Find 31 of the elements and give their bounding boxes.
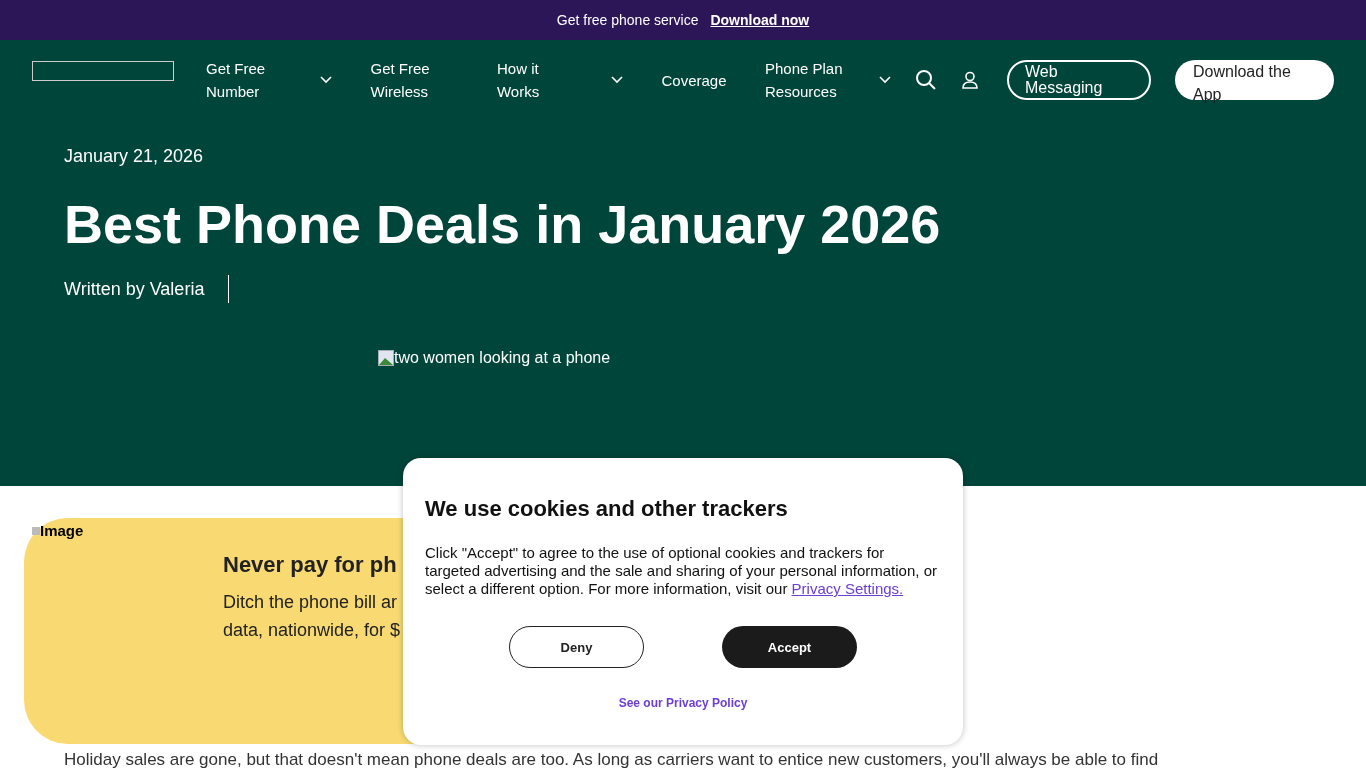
chevron-down-icon — [879, 76, 891, 84]
nav-link[interactable]: Get Free Wireless — [370, 57, 459, 103]
accept-button[interactable]: Accept — [722, 626, 857, 668]
dialog-title: We use cookies and other trackers — [425, 496, 789, 522]
user-icon[interactable] — [961, 71, 979, 89]
card-text: data, nationwide, for $ — [223, 619, 401, 642]
privacy-policy-link[interactable]: See our Privacy Policy — [618, 696, 748, 710]
dialog-text: Click "Accept" to agree to the use of optional cookies and trackers for targeted advertising and the sale and sharing of your personal information, or select a different option. For more information, visit our Privacy Settings. — [425, 544, 938, 598]
deny-button[interactable]: Deny — [509, 626, 644, 668]
image-alt-text: two women looking at a phone — [394, 349, 611, 367]
post-date: January 21, 2026 — [64, 146, 205, 167]
chevron-down-icon — [610, 76, 623, 84]
article-paragraph: Holiday sales are gone, but that doesn't mean phone deals are too. As long as carriers want to entice new customers, you'll always be able to find — [64, 750, 1160, 768]
web-messaging-button[interactable]: Web Messaging — [1007, 60, 1151, 100]
author-name: Written by Valeria — [64, 278, 205, 300]
broken-image-icon — [378, 350, 394, 366]
broken-image-icon — [32, 526, 40, 535]
promo-text: Get free phone service — [556, 12, 699, 28]
card-heading: Never pay for ph — [223, 552, 398, 578]
nav-link[interactable]: Get Free Number — [206, 57, 332, 103]
search-icon[interactable] — [915, 69, 937, 91]
article-title: Best Phone Deals in January 2026 — [64, 193, 942, 255]
logo-placeholder[interactable] — [32, 61, 174, 81]
privacy-settings-link[interactable]: Privacy Settings. — [791, 580, 904, 597]
image-alt-text: Image — [40, 522, 84, 539]
nav-link[interactable]: Coverage — [661, 68, 727, 92]
download-link[interactable]: Download now — [710, 12, 810, 28]
card-text: Ditch the phone bill ar — [223, 591, 399, 614]
nav-link[interactable]: Phone Plan Resources — [765, 57, 891, 103]
chevron-down-icon — [320, 76, 332, 84]
nav-link[interactable]: How it Works — [496, 57, 623, 103]
